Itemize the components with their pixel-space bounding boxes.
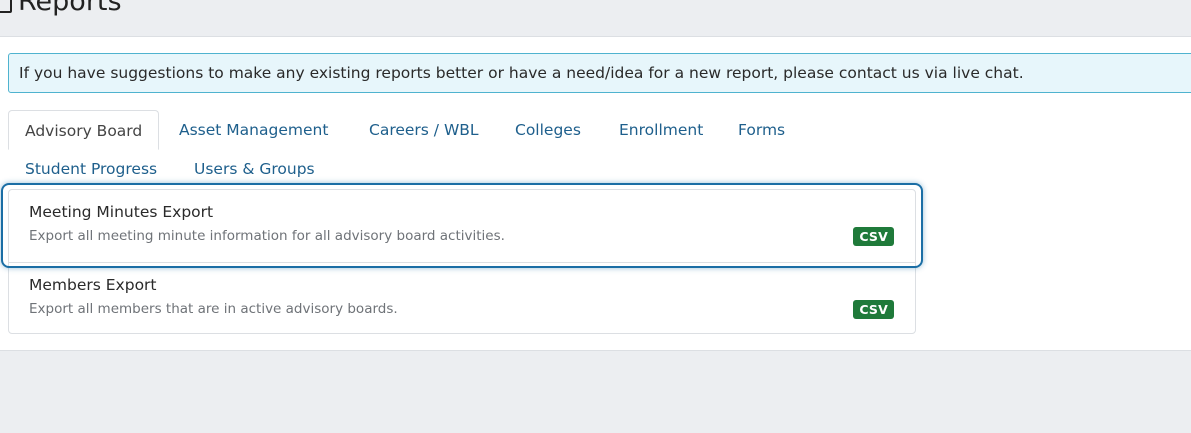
tab-forms[interactable]: Forms bbox=[722, 110, 801, 150]
page-header: Reports bbox=[0, 0, 1191, 37]
tab-colleges[interactable]: Colleges bbox=[499, 110, 597, 150]
tab-careers-wbl[interactable]: Careers / WBL bbox=[353, 110, 495, 150]
page-title: Reports bbox=[0, 0, 122, 17]
report-document-icon bbox=[0, 0, 12, 13]
report-description: Export all members that are in active ad… bbox=[29, 301, 398, 317]
main-content: If you have suggestions to make any exis… bbox=[0, 37, 1191, 351]
report-item-members-export[interactable]: Members Export Export all members that a… bbox=[9, 262, 915, 334]
report-name: Members Export bbox=[29, 276, 157, 294]
report-list: Meeting Minutes Export Export all meetin… bbox=[8, 189, 916, 334]
csv-badge: CSV bbox=[853, 227, 894, 246]
tab-users-groups[interactable]: Users & Groups bbox=[178, 149, 331, 189]
tab-asset-management[interactable]: Asset Management bbox=[163, 110, 344, 150]
tab-enrollment[interactable]: Enrollment bbox=[603, 110, 719, 150]
report-item-meeting-minutes-export[interactable]: Meeting Minutes Export Export all meetin… bbox=[9, 190, 915, 262]
page-title-text: Reports bbox=[18, 0, 122, 17]
info-alert-text: If you have suggestions to make any exis… bbox=[19, 64, 1024, 82]
report-description: Export all meeting minute information fo… bbox=[29, 228, 505, 244]
tab-student-progress[interactable]: Student Progress bbox=[9, 149, 173, 189]
csv-badge: CSV bbox=[853, 300, 894, 319]
info-alert: If you have suggestions to make any exis… bbox=[8, 53, 1191, 93]
report-name: Meeting Minutes Export bbox=[29, 203, 214, 221]
tab-advisory-board[interactable]: Advisory Board bbox=[8, 110, 160, 150]
